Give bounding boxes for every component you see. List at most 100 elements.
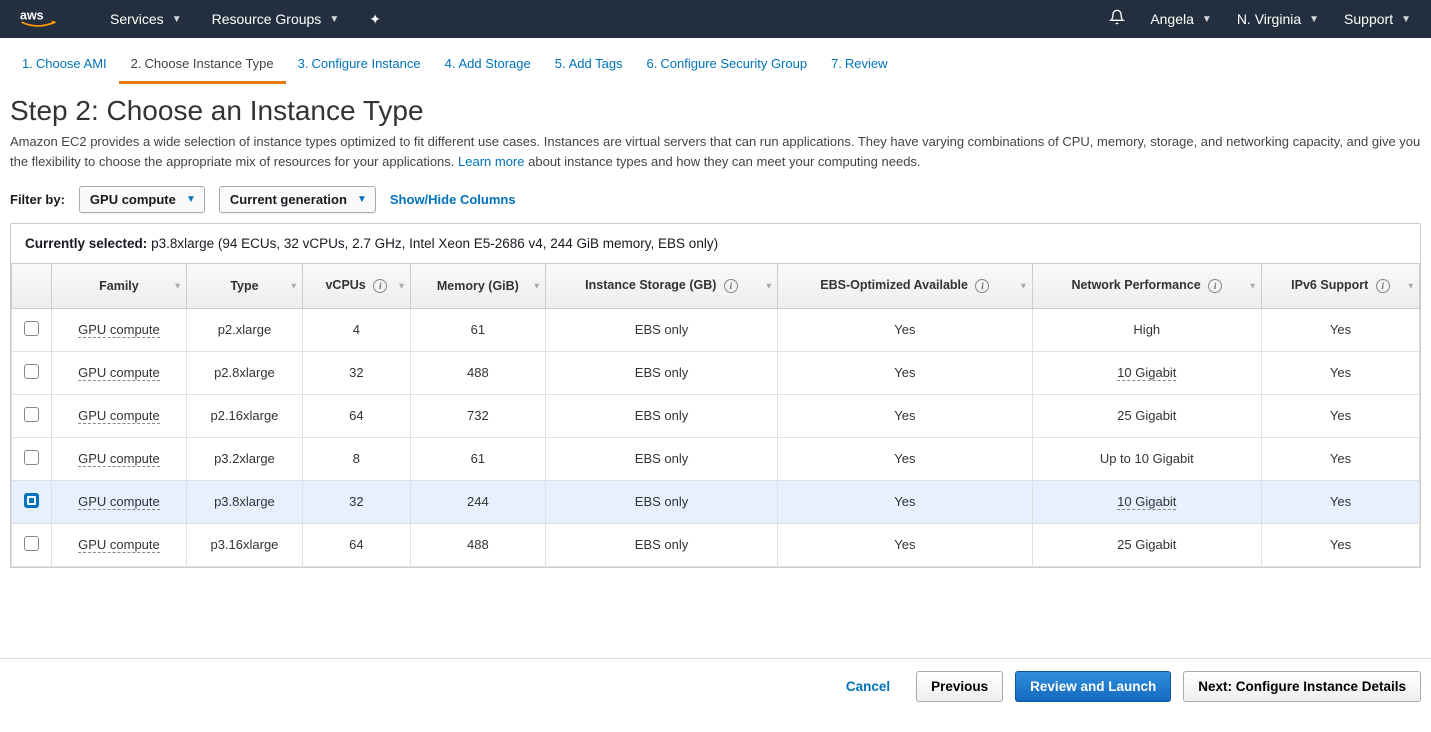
cancel-button[interactable]: Cancel (832, 672, 904, 701)
notifications-button[interactable] (1109, 9, 1125, 30)
sort-icon: ▾ (175, 280, 180, 291)
cell-type: p2.16xlarge (186, 394, 302, 437)
col-storage[interactable]: Instance Storage (GB) i ▾ (546, 264, 778, 308)
step-label: Choose AMI (36, 56, 107, 71)
nav-region[interactable]: N. Virginia ▼ (1237, 11, 1319, 27)
wizard-step-2[interactable]: 2.Choose Instance Type (119, 48, 286, 84)
previous-button[interactable]: Previous (916, 671, 1003, 702)
row-checkbox[interactable] (24, 321, 39, 336)
col-storage-label: Instance Storage (GB) (585, 278, 716, 292)
wizard-step-3[interactable]: 3.Configure Instance (286, 48, 433, 84)
chevron-down-icon: ▼ (1202, 14, 1212, 25)
col-ipv6-label: IPv6 Support (1291, 278, 1368, 292)
review-and-launch-button[interactable]: Review and Launch (1015, 671, 1171, 702)
col-memory[interactable]: Memory (GiB) ▾ (410, 264, 545, 308)
cell-vcpus: 32 (303, 351, 411, 394)
cell-ipv6: Yes (1261, 308, 1419, 351)
cell-family: GPU compute (78, 322, 160, 338)
wizard-step-6[interactable]: 6.Configure Security Group (635, 48, 820, 84)
step-num: 6. (647, 56, 658, 71)
cell-ipv6: Yes (1261, 480, 1419, 523)
step-num: 7. (831, 56, 842, 71)
step-label: Add Tags (569, 56, 623, 71)
filter-row: Filter by: GPU compute ▼ Current generat… (10, 186, 1421, 213)
table-row[interactable]: GPU computep2.16xlarge64732EBS onlyYes25… (12, 394, 1420, 437)
sort-icon: ▾ (1408, 280, 1413, 291)
wizard-step-7[interactable]: 7.Review (819, 48, 899, 84)
pin-icon: ✦ (369, 11, 381, 28)
table-row[interactable]: GPU computep2.xlarge461EBS onlyYesHighYe… (12, 308, 1420, 351)
info-icon[interactable]: i (975, 279, 989, 293)
cell-memory: 244 (410, 480, 545, 523)
top-nav: aws Services ▼ Resource Groups ▼ ✦ Angel… (0, 0, 1431, 38)
info-icon[interactable]: i (373, 279, 387, 293)
wizard-step-5[interactable]: 5.Add Tags (543, 48, 635, 84)
currently-selected-bar: Currently selected: p3.8xlarge (94 ECUs,… (10, 223, 1421, 264)
pin-button[interactable]: ✦ (369, 11, 381, 28)
cell-ebs: Yes (778, 437, 1033, 480)
show-hide-columns-link[interactable]: Show/Hide Columns (390, 192, 516, 207)
row-checkbox[interactable] (24, 364, 39, 379)
table-row[interactable]: GPU computep2.8xlarge32488EBS onlyYes10 … (12, 351, 1420, 394)
cell-ebs: Yes (778, 394, 1033, 437)
row-checkbox[interactable] (24, 450, 39, 465)
cell-storage: EBS only (546, 351, 778, 394)
cell-vcpus: 4 (303, 308, 411, 351)
cell-network: 10 Gigabit (1117, 494, 1176, 510)
aws-logo[interactable]: aws (20, 8, 70, 31)
table-row[interactable]: GPU computep3.2xlarge861EBS onlyYesUp to… (12, 437, 1420, 480)
filter-by-label: Filter by: (10, 192, 65, 207)
cell-vcpus: 32 (303, 480, 411, 523)
col-type-label: Type (230, 279, 258, 293)
row-checkbox[interactable] (24, 407, 39, 422)
wizard-footer: Cancel Previous Review and Launch Next: … (0, 658, 1431, 714)
row-checkbox[interactable] (24, 536, 39, 551)
cell-storage: EBS only (546, 480, 778, 523)
cell-type: p2.8xlarge (186, 351, 302, 394)
chevron-down-icon: ▼ (172, 14, 182, 25)
next-button[interactable]: Next: Configure Instance Details (1183, 671, 1421, 702)
col-type[interactable]: Type ▾ (186, 264, 302, 308)
cell-vcpus: 64 (303, 523, 411, 566)
row-checkbox[interactable] (24, 493, 39, 508)
cell-memory: 488 (410, 351, 545, 394)
filter-generation-dropdown[interactable]: Current generation ▼ (219, 186, 376, 213)
table-row[interactable]: GPU computep3.16xlarge64488EBS onlyYes25… (12, 523, 1420, 566)
col-ipv6[interactable]: IPv6 Support i ▾ (1261, 264, 1419, 308)
nav-support[interactable]: Support ▼ (1344, 11, 1411, 27)
step-num: 2. (131, 56, 142, 71)
step-label: Configure Security Group (660, 56, 807, 71)
filter-family-dropdown[interactable]: GPU compute ▼ (79, 186, 205, 213)
instance-table: Family ▾ Type ▾ vCPUs i ▾ Memory (GiB) (11, 264, 1420, 567)
learn-more-link[interactable]: Learn more (458, 154, 524, 169)
step-label: Add Storage (458, 56, 530, 71)
col-ebs[interactable]: EBS-Optimized Available i ▾ (778, 264, 1033, 308)
info-icon[interactable]: i (724, 279, 738, 293)
cell-ebs: Yes (778, 480, 1033, 523)
chevron-down-icon: ▼ (186, 194, 196, 205)
cell-ipv6: Yes (1261, 437, 1419, 480)
cell-family: GPU compute (78, 451, 160, 467)
cell-network: 10 Gigabit (1117, 365, 1176, 381)
nav-services[interactable]: Services ▼ (110, 11, 182, 27)
col-network[interactable]: Network Performance i ▾ (1032, 264, 1261, 308)
cell-family: GPU compute (78, 365, 160, 381)
wizard-step-1[interactable]: 1.Choose AMI (10, 48, 119, 84)
cell-storage: EBS only (546, 437, 778, 480)
col-family-label: Family (99, 279, 139, 293)
info-icon[interactable]: i (1208, 279, 1222, 293)
step-num: 4. (445, 56, 456, 71)
nav-user[interactable]: Angela ▼ (1150, 11, 1212, 27)
chevron-down-icon: ▼ (329, 14, 339, 25)
sort-icon: ▾ (767, 280, 772, 291)
sort-icon: ▾ (1250, 280, 1255, 291)
info-icon[interactable]: i (1376, 279, 1390, 293)
col-family[interactable]: Family ▾ (52, 264, 187, 308)
step-num: 1. (22, 56, 33, 71)
table-row[interactable]: GPU computep3.8xlarge32244EBS onlyYes10 … (12, 480, 1420, 523)
nav-resource-groups[interactable]: Resource Groups ▼ (212, 11, 340, 27)
col-vcpus[interactable]: vCPUs i ▾ (303, 264, 411, 308)
wizard-step-4[interactable]: 4.Add Storage (433, 48, 543, 84)
page-desc-text-2: about instance types and how they can me… (528, 154, 920, 169)
cell-family: GPU compute (78, 408, 160, 424)
